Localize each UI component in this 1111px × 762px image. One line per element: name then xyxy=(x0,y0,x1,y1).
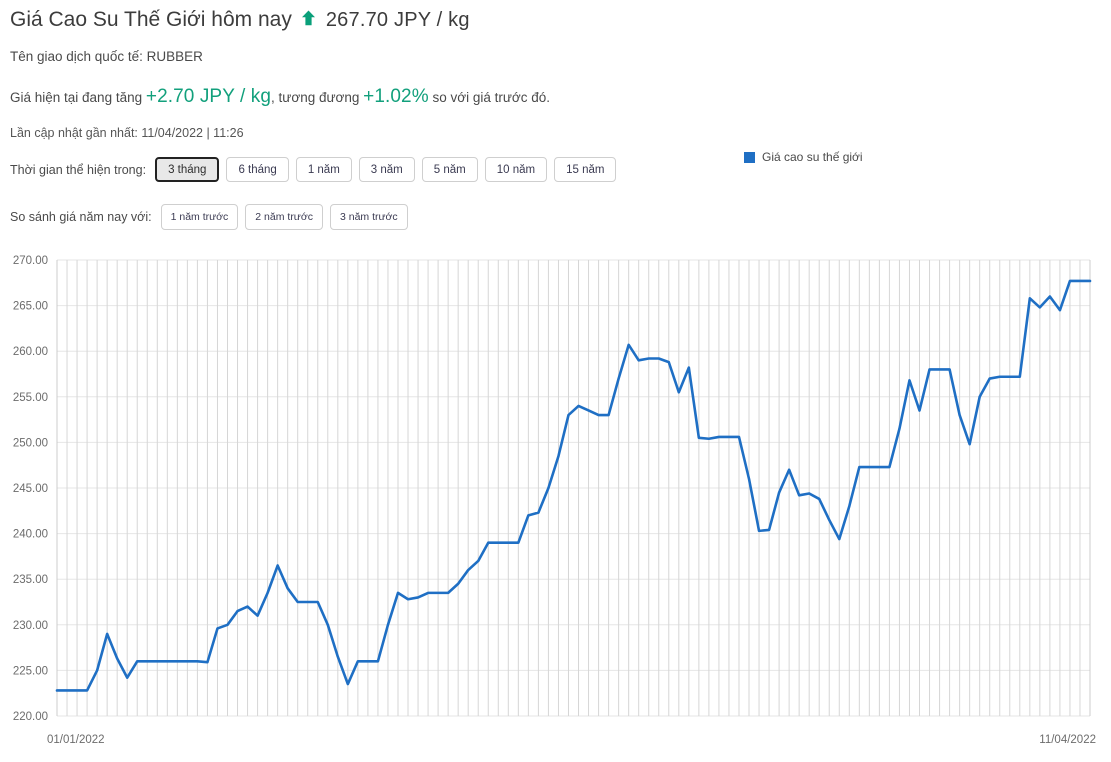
y-axis-label: 240.00 xyxy=(13,529,48,541)
time-range-buttons: 3 tháng 6 tháng 1 năm 3 năm 5 năm 10 năm 15 nă… xyxy=(155,157,623,182)
compare-button-1[interactable]: 2 năm trước xyxy=(245,204,323,230)
chart-legend: Giá cao su thế giới xyxy=(744,150,863,164)
change-suffix: so với giá trước đó. xyxy=(432,90,551,105)
range-button-4[interactable]: 5 năm xyxy=(421,157,478,182)
range-button-6[interactable]: 15 năm xyxy=(554,157,617,182)
y-axis-label: 255.00 xyxy=(13,392,48,404)
y-axis-label: 225.00 xyxy=(13,665,48,677)
page-title: Giá Cao Su Thế Giới hôm nay xyxy=(10,8,292,31)
x-axis-label-start: 01/01/2022 xyxy=(47,734,105,746)
compare-row: So sánh giá năm nay với: 1 năm trước 2 nă… xyxy=(0,204,1111,230)
symbol-line: Tên giao dịch quốc tế: RUBBER xyxy=(10,49,203,64)
y-axis-label: 265.00 xyxy=(13,301,48,313)
page-header: Giá Cao Su Thế Giới hôm nay 267.70 JPY /… xyxy=(0,0,1111,140)
change-mid: , tương đương xyxy=(271,90,360,105)
range-button-1[interactable]: 6 tháng xyxy=(226,157,289,182)
compare-buttons: 1 năm trước 2 năm trước 3 năm trước xyxy=(160,204,415,230)
y-axis-label: 235.00 xyxy=(13,574,48,586)
change-percent: +1.02% xyxy=(363,86,429,107)
title-row: Giá Cao Su Thế Giới hôm nay 267.70 JPY /… xyxy=(10,6,1111,34)
x-axis-label-end: 11/04/2022 xyxy=(1039,734,1096,746)
y-axis-label: 270.00 xyxy=(13,255,48,267)
y-axis-label: 220.00 xyxy=(13,711,48,723)
time-range-row: Thời gian thể hiện trong: 3 tháng 6 tháng… xyxy=(0,157,1111,182)
chart-svg[interactable]: 220.00 225.00 230.00 235.00 240.00 245.00 250.… xyxy=(0,248,1111,762)
range-button-2[interactable]: 1 năm xyxy=(295,157,352,182)
compare-button-2[interactable]: 3 năm trước xyxy=(329,204,408,230)
price-line xyxy=(55,279,1092,692)
current-price: 267.70 JPY / kg xyxy=(325,9,470,31)
compare-button-0[interactable]: 1 năm trước xyxy=(160,204,239,230)
y-axis-label: 250.00 xyxy=(13,437,48,449)
change-line: Giá hiện tại đang tăng +2.70 JPY / kg, t… xyxy=(10,86,1111,109)
legend-label: Giá cao su thế giới xyxy=(762,150,863,164)
time-range-label: Thời gian thể hiện trong: xyxy=(10,162,147,177)
change-amount: +2.70 JPY / kg xyxy=(145,86,272,107)
last-updated: Lần cập nhật gần nhất: 11/04/2022 | 11:2… xyxy=(10,126,244,140)
y-axis-label: 230.00 xyxy=(13,620,48,632)
range-button-5[interactable]: 10 năm xyxy=(484,157,548,182)
change-prefix: Giá hiện tại đang tăng xyxy=(10,90,143,105)
legend-color-swatch xyxy=(744,151,755,163)
range-button-3[interactable]: 3 năm xyxy=(358,157,415,182)
price-chart-page: Giá Cao Su Thế Giới hôm nay 267.70 JPY /… xyxy=(0,0,1111,762)
y-axis-label: 245.00 xyxy=(13,483,48,495)
compare-label: So sánh giá năm nay với: xyxy=(10,210,152,224)
y-axis-label: 260.00 xyxy=(13,346,48,358)
price-chart[interactable]: 220.00 225.00 230.00 235.00 240.00 245.00 250.… xyxy=(0,248,1111,762)
arrow-up-icon xyxy=(300,7,317,35)
range-button-0[interactable]: 3 tháng xyxy=(155,157,220,182)
